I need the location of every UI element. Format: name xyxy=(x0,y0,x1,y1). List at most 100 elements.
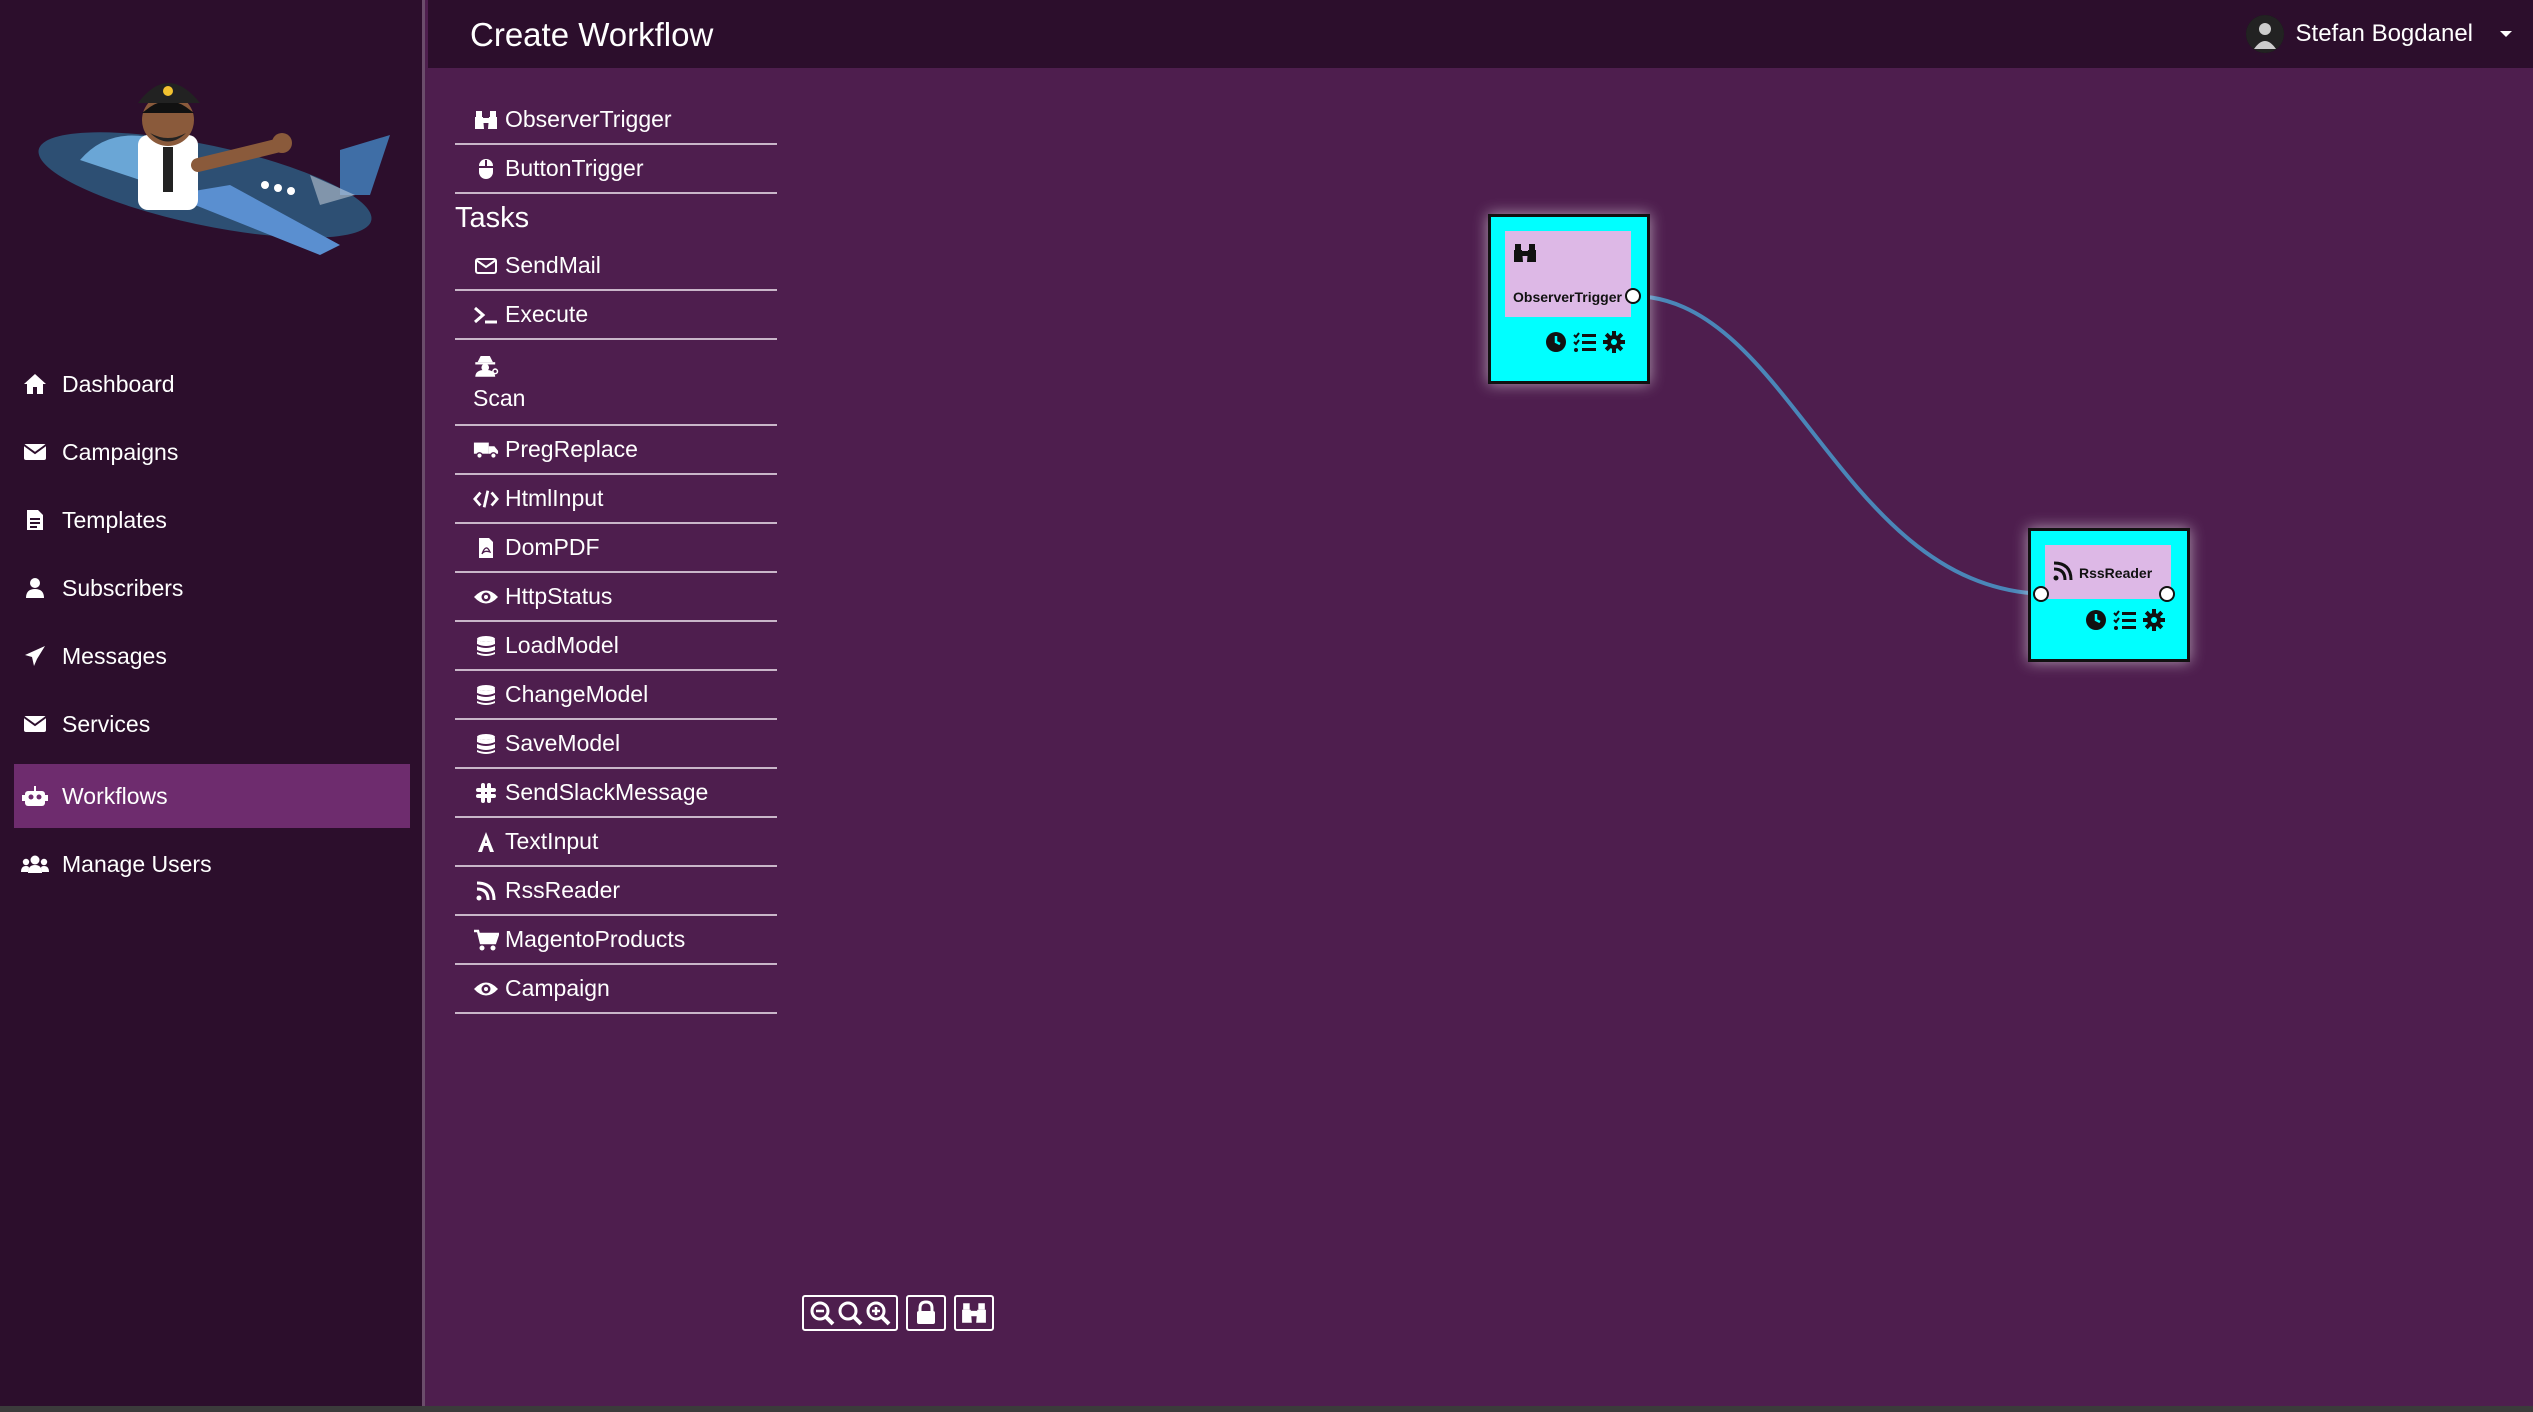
sidebar-item-manage-users[interactable]: Manage Users xyxy=(14,832,410,896)
file-icon xyxy=(20,505,50,535)
tool-label: ObserverTrigger xyxy=(505,106,672,132)
rss-icon xyxy=(473,878,499,904)
rss-icon xyxy=(2053,561,2073,581)
paper-plane-icon xyxy=(20,641,50,671)
tool-label: HttpStatus xyxy=(505,583,613,609)
robot-icon xyxy=(20,781,50,811)
tool-html-input[interactable]: HtmlInput xyxy=(455,475,777,524)
tool-label: SaveModel xyxy=(505,730,621,756)
sidebar-item-dashboard[interactable]: Dashboard xyxy=(14,352,410,416)
tool-change-model[interactable]: ChangeModel xyxy=(455,671,777,720)
sidebar-item-label: Campaigns xyxy=(62,438,179,465)
binoculars-icon xyxy=(1513,243,1537,263)
tool-dom-pdf[interactable]: DomPDF xyxy=(455,524,777,573)
sidebar-item-templates[interactable]: Templates xyxy=(14,488,410,552)
clock-icon[interactable] xyxy=(1545,331,1567,353)
list-check-icon[interactable] xyxy=(2113,609,2137,631)
tool-label: Campaign xyxy=(505,975,610,1001)
tool-label: SendSlackMessage xyxy=(505,779,709,805)
tool-text-input[interactable]: TextInput xyxy=(455,818,777,867)
zoom-reset-icon[interactable] xyxy=(837,1300,863,1326)
zoom-in-icon[interactable] xyxy=(865,1300,891,1326)
envelope-icon xyxy=(473,253,499,279)
sidebar-item-messages[interactable]: Messages xyxy=(14,624,410,688)
database-icon xyxy=(473,682,499,708)
sidebar-item-label: Manage Users xyxy=(62,850,212,877)
node-output-port[interactable] xyxy=(2159,586,2175,602)
node-connection[interactable] xyxy=(1631,294,2045,596)
list-check-icon[interactable] xyxy=(1573,331,1597,353)
gear-icon[interactable] xyxy=(2143,609,2165,631)
toolbox-panel: ObserverTrigger ButtonTrigger Tasks Send… xyxy=(455,96,777,1014)
tool-send-slack-message[interactable]: SendSlackMessage xyxy=(455,769,777,818)
user-menu[interactable]: Stefan Bogdanel xyxy=(2245,14,2513,54)
tool-label: Scan xyxy=(473,384,526,411)
node-title: RssReader xyxy=(2079,565,2153,581)
tool-label: Execute xyxy=(505,301,589,327)
node-output-port[interactable] xyxy=(1625,288,1641,304)
database-icon xyxy=(473,731,499,757)
tasks-section-title: Tasks xyxy=(455,201,530,234)
connections-layer xyxy=(1631,294,2045,596)
user-name: Stefan Bogdanel xyxy=(2295,20,2473,47)
tool-label: TextInput xyxy=(505,828,599,854)
lock-button[interactable] xyxy=(906,1295,946,1331)
lock-icon xyxy=(913,1300,939,1326)
tool-load-model[interactable]: LoadModel xyxy=(455,622,777,671)
eye-icon xyxy=(473,584,499,610)
tool-label: MagentoProducts xyxy=(505,926,686,952)
tool-rss-reader[interactable]: RssReader xyxy=(455,867,777,916)
node-header: ObserverTrigger xyxy=(1505,231,1631,317)
workflow-node-observer-trigger[interactable]: ObserverTrigger xyxy=(1488,214,1650,384)
sidebar-item-label: Subscribers xyxy=(62,574,184,601)
home-icon xyxy=(20,369,50,399)
tool-save-model[interactable]: SaveModel xyxy=(455,720,777,769)
sidebar-item-services[interactable]: Services xyxy=(14,692,410,756)
clock-icon[interactable] xyxy=(2085,609,2107,631)
sidebar-item-subscribers[interactable]: Subscribers xyxy=(14,556,410,620)
sidebar-item-label: Templates xyxy=(62,506,167,533)
tool-button-trigger[interactable]: ButtonTrigger xyxy=(455,145,777,194)
envelope-icon xyxy=(20,437,50,467)
tool-campaign[interactable]: Campaign xyxy=(455,965,777,1014)
font-icon xyxy=(473,829,499,855)
tool-magento-products[interactable]: MagentoProducts xyxy=(455,916,777,965)
node-actions xyxy=(2085,609,2165,631)
tool-send-mail[interactable]: SendMail xyxy=(455,242,777,291)
gear-icon[interactable] xyxy=(1603,331,1625,353)
zoom-controls xyxy=(802,1295,898,1331)
workflow-node-rss-reader[interactable]: RssReader xyxy=(2028,528,2190,662)
tool-label: ChangeModel xyxy=(505,681,649,707)
tool-label: ButtonTrigger xyxy=(505,155,644,181)
slack-icon xyxy=(473,780,499,806)
sidebar-item-workflows[interactable]: Workflows xyxy=(14,764,410,828)
tool-observer-trigger[interactable]: ObserverTrigger xyxy=(455,96,777,145)
node-actions xyxy=(1545,331,1625,353)
canvas-controls xyxy=(802,1295,994,1331)
tool-http-status[interactable]: HttpStatus xyxy=(455,573,777,622)
caret-down-icon[interactable] xyxy=(2499,30,2513,38)
user-secret-icon xyxy=(473,353,499,379)
find-button[interactable] xyxy=(954,1295,994,1331)
tool-label: RssReader xyxy=(505,877,621,903)
node-header: RssReader xyxy=(2045,545,2171,599)
tool-execute[interactable]: Execute xyxy=(455,291,777,340)
zoom-out-icon[interactable] xyxy=(809,1300,835,1326)
tool-scan[interactable]: Scan xyxy=(455,340,777,426)
binoculars-icon xyxy=(961,1301,987,1325)
node-title: ObserverTrigger xyxy=(1513,289,1622,305)
avatar xyxy=(2245,15,2284,53)
node-input-port[interactable] xyxy=(2033,586,2049,602)
sidebar-item-campaigns[interactable]: Campaigns xyxy=(14,420,410,484)
truck-icon xyxy=(473,437,499,463)
sidebar-item-label: Dashboard xyxy=(62,370,175,397)
cart-icon xyxy=(473,927,499,953)
taskbar-strip xyxy=(0,1406,2533,1412)
sidebar: Dashboard Campaigns Templates Subscriber… xyxy=(0,0,425,1412)
eye-icon xyxy=(473,976,499,1002)
workflow-canvas[interactable]: ObserverTrigger RssReader xyxy=(790,68,2533,1412)
tool-label: DomPDF xyxy=(505,534,600,560)
file-pdf-icon xyxy=(473,535,499,561)
tool-preg-replace[interactable]: PregReplace xyxy=(455,426,777,475)
page-title: Create Workflow xyxy=(470,16,714,53)
